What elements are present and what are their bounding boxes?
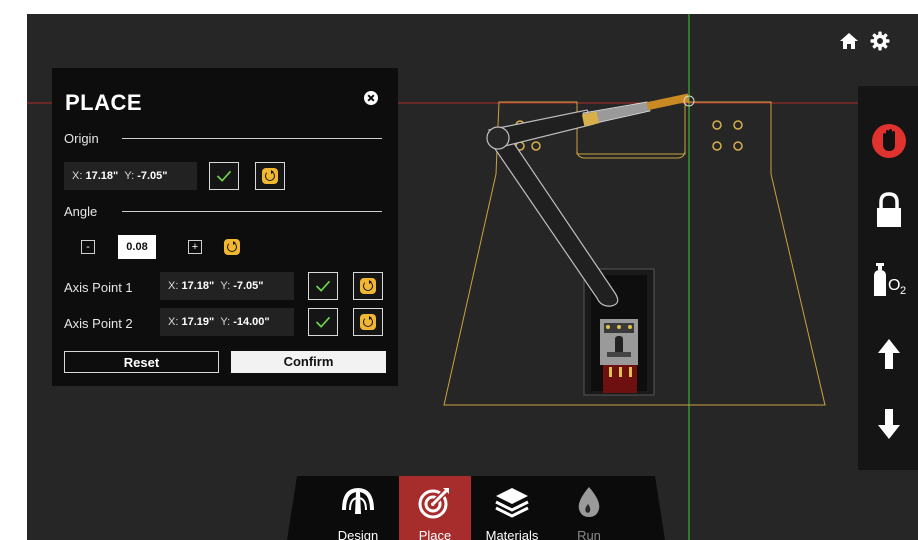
- place-target-icon: [418, 487, 450, 519]
- tab-place-label: Place: [418, 528, 452, 540]
- tab-place[interactable]: Place: [399, 476, 471, 540]
- refresh-icon: [360, 278, 376, 294]
- angle-increment-button[interactable]: +: [188, 240, 202, 254]
- axis-point-1-confirm-button[interactable]: [308, 272, 338, 300]
- arrow-down-icon[interactable]: [868, 403, 910, 445]
- tab-design[interactable]: Design: [322, 476, 394, 540]
- origin-coords: X: 17.18" Y: -7.05": [64, 162, 197, 190]
- axis-point-2-label: Axis Point 2: [64, 316, 133, 331]
- angle-label: Angle: [64, 204, 98, 219]
- axis-point-2-x-label: X:: [168, 316, 179, 328]
- axis-point-1-label: Axis Point 1: [64, 280, 133, 295]
- design-gauge-icon: [342, 487, 374, 514]
- axis-point-1-coords: X: 17.18" Y: -7.05": [160, 272, 294, 300]
- axis-point-2-x-value: 17.19": [181, 316, 215, 328]
- origin-reset-button[interactable]: [255, 162, 285, 190]
- arrow-up-icon[interactable]: [868, 333, 910, 375]
- arm-elbow-joint: [486, 126, 510, 150]
- axis-point-2-coords: X: 17.19" Y: -14.00": [160, 308, 294, 336]
- axis-point-2-y-label: Y:: [220, 316, 231, 328]
- axis-point-1-x-value: 17.18": [181, 280, 215, 292]
- tab-run-label: Run: [577, 528, 601, 540]
- place-panel: PLACE Origin X: 17.18" Y: -7.05" Angle -…: [52, 68, 398, 386]
- app-window: O 2 PLACE Origin X: 17.18" Y: -7.05" Ang…: [27, 14, 918, 540]
- angle-divider: [122, 211, 382, 212]
- origin-y-value: -7.05": [137, 170, 168, 182]
- home-icon[interactable]: [838, 30, 860, 52]
- refresh-icon: [262, 168, 278, 184]
- tab-materials-label: Materials: [485, 528, 539, 540]
- check-icon: [315, 280, 331, 292]
- origin-y-label: Y:: [124, 170, 135, 182]
- angle-input[interactable]: [118, 235, 156, 259]
- tab-run[interactable]: Run: [553, 476, 625, 540]
- axis-point-2-reset-button[interactable]: [353, 308, 383, 336]
- check-icon: [315, 316, 331, 328]
- o2-text: O: [888, 277, 900, 294]
- bottom-nav: Design Place Materials Run: [287, 476, 665, 540]
- confirm-button[interactable]: Confirm: [231, 351, 386, 373]
- right-toolbar: O 2: [858, 86, 918, 470]
- axis-point-1-reset-button[interactable]: [353, 272, 383, 300]
- arm-lower-link: [488, 129, 619, 307]
- origin-confirm-button[interactable]: [209, 162, 239, 190]
- axis-point-1-x-label: X:: [168, 280, 179, 292]
- origin-x-label: X:: [72, 170, 83, 182]
- refresh-icon: [360, 314, 376, 330]
- oxygen-tank-icon[interactable]: O 2: [868, 257, 916, 299]
- axis-point-1-y-label: Y:: [220, 280, 231, 292]
- axis-point-1-y-value: -7.05": [233, 280, 264, 292]
- tab-design-label: Design: [337, 528, 379, 540]
- origin-divider: [122, 138, 382, 139]
- flame-icon: [578, 487, 600, 517]
- lock-icon[interactable]: [868, 189, 910, 231]
- panel-title: PLACE: [65, 90, 143, 115]
- layers-icon: [495, 488, 529, 518]
- check-icon: [216, 170, 232, 182]
- axis-point-2-y-value: -14.00": [233, 316, 270, 328]
- axis-point-2-confirm-button[interactable]: [308, 308, 338, 336]
- close-icon[interactable]: [364, 91, 378, 105]
- gear-icon[interactable]: [869, 30, 891, 52]
- stop-hand-icon[interactable]: [868, 120, 910, 162]
- angle-decrement-button[interactable]: -: [81, 240, 95, 254]
- torch-head: [581, 93, 695, 127]
- origin-x-value: 17.18": [85, 170, 119, 182]
- bolt-holes-right: [712, 120, 743, 151]
- origin-label: Origin: [64, 131, 99, 146]
- tab-materials[interactable]: Materials: [476, 476, 548, 540]
- refresh-icon: [224, 239, 240, 255]
- o2-subscript: 2: [900, 285, 906, 297]
- angle-reset-button[interactable]: [218, 234, 248, 262]
- reset-button[interactable]: Reset: [64, 351, 219, 373]
